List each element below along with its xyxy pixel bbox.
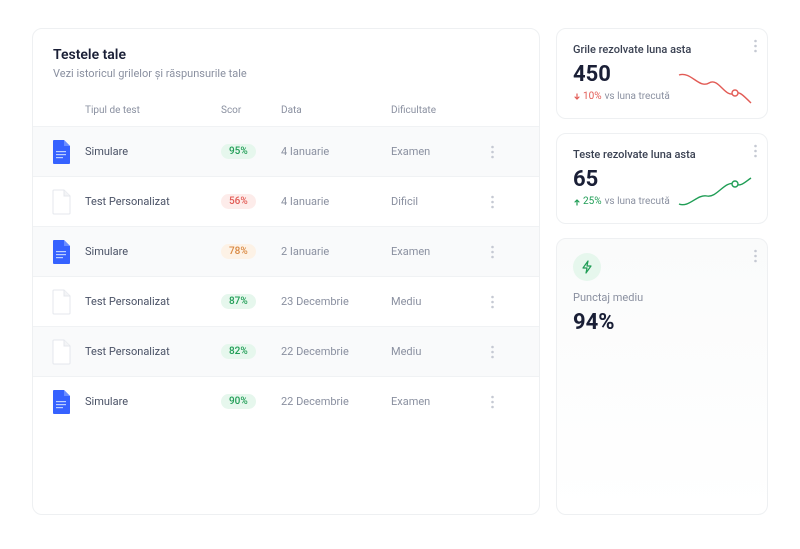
test-date: 22 Decembrie [281, 345, 391, 358]
arrow-down-icon: 10% [573, 91, 602, 102]
document-icon [51, 189, 73, 215]
card-menu-button[interactable] [754, 249, 757, 263]
document-icon [51, 389, 73, 415]
document-icon [51, 139, 73, 165]
test-date: 23 Decembrie [281, 295, 391, 308]
table-row[interactable]: Test Personalizat56% 4 IanuarieDificil [33, 176, 539, 226]
stats-sidebar: Grile rezolvate luna asta 450 10% vs lun… [556, 28, 768, 515]
row-menu-button[interactable] [491, 395, 521, 409]
test-date: 22 Decembrie [281, 395, 391, 408]
table-row[interactable]: Test Personalizat82% 22 DecembrieMediu [33, 326, 539, 376]
score-badge: 90% [221, 394, 256, 409]
test-difficulty: Mediu [391, 345, 491, 358]
table-row[interactable]: Simulare78% 2 IanuarieExamen [33, 226, 539, 276]
test-difficulty: Examen [391, 245, 491, 258]
test-difficulty: Dificil [391, 195, 491, 208]
test-difficulty: Examen [391, 395, 491, 408]
test-date: 4 Ianuarie [281, 145, 391, 158]
sparkline-up-icon [677, 174, 753, 210]
test-name: Simulare [85, 245, 221, 258]
avg-score-card: Punctaj mediu 94% [556, 238, 768, 515]
tests-card-title: Teste rezolvate luna asta [573, 148, 751, 161]
table-row[interactable]: Test Personalizat87% 23 DecembrieMediu [33, 276, 539, 326]
table-row[interactable]: Simulare95% 4 IanuarieExamen [33, 126, 539, 176]
tests-card: Teste rezolvate luna asta 65 25% vs luna… [556, 133, 768, 224]
test-difficulty: Mediu [391, 295, 491, 308]
sparkline-down-icon [677, 69, 753, 105]
tests-panel: Testele tale Vezi istoricul grilelor și … [32, 28, 540, 515]
table-row[interactable]: Simulare90% 22 DecembrieExamen [33, 376, 539, 426]
test-name: Test Personalizat [85, 345, 221, 358]
score-badge: 95% [221, 144, 256, 159]
score-badge: 82% [221, 344, 256, 359]
row-menu-button[interactable] [491, 295, 521, 309]
test-difficulty: Examen [391, 145, 491, 158]
col-difficulty: Dificultate [391, 105, 491, 116]
document-icon [51, 239, 73, 265]
document-icon [51, 289, 73, 315]
tests-table: Tipul de test Scor Data Dificultate Simu… [33, 94, 539, 426]
score-badge: 78% [221, 244, 256, 259]
test-name: Test Personalizat [85, 295, 221, 308]
col-score: Scor [221, 105, 281, 116]
tests-panel-title: Testele tale [53, 47, 519, 63]
row-menu-button[interactable] [491, 245, 521, 259]
tests-table-header: Tipul de test Scor Data Dificultate [33, 94, 539, 126]
row-menu-button[interactable] [491, 145, 521, 159]
grids-card-title: Grile rezolvate luna asta [573, 43, 751, 56]
lightning-icon [573, 253, 601, 281]
tests-panel-subtitle: Vezi istoricul grilelor și răspunsurile … [53, 67, 519, 80]
row-menu-button[interactable] [491, 195, 521, 209]
row-menu-button[interactable] [491, 345, 521, 359]
test-name: Test Personalizat [85, 195, 221, 208]
test-name: Simulare [85, 395, 221, 408]
arrow-up-icon: 25% [573, 196, 602, 207]
test-name: Simulare [85, 145, 221, 158]
col-date: Data [281, 105, 391, 116]
test-date: 2 Ianuarie [281, 245, 391, 258]
card-menu-button[interactable] [754, 39, 757, 53]
document-icon [51, 339, 73, 365]
score-badge: 56% [221, 194, 256, 209]
grids-card: Grile rezolvate luna asta 450 10% vs lun… [556, 28, 768, 119]
card-menu-button[interactable] [754, 144, 757, 158]
tests-panel-header: Testele tale Vezi istoricul grilelor și … [33, 29, 539, 94]
score-badge: 87% [221, 294, 256, 309]
avg-score-label: Punctaj mediu [573, 291, 751, 304]
col-type: Tipul de test [85, 105, 221, 116]
test-date: 4 Ianuarie [281, 195, 391, 208]
avg-score-value: 94% [573, 310, 751, 335]
